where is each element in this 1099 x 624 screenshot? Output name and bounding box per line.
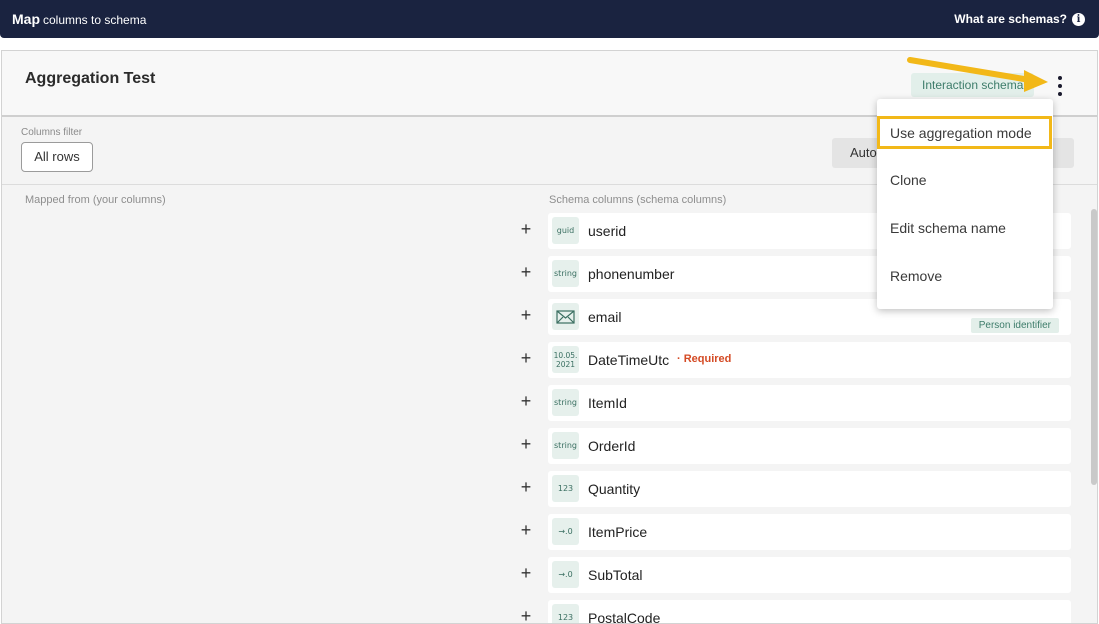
kebab-vertical-icon[interactable] xyxy=(1053,74,1067,98)
column-type-icon: 123 xyxy=(552,604,579,623)
schema-row: + →.0 SubTotal xyxy=(517,557,1072,593)
schema-row: + string OrderId xyxy=(517,428,1072,464)
right-column-header: Schema columns (schema columns) xyxy=(549,194,727,206)
email-icon xyxy=(552,303,579,330)
menu-item-clone[interactable]: Clone xyxy=(877,160,1053,200)
column-name: phonenumber xyxy=(588,266,675,282)
column-name: ItemPrice xyxy=(588,524,648,540)
column-type-icon: 123 xyxy=(552,475,579,502)
scrollbar[interactable] xyxy=(1091,209,1097,485)
column-type-icon: string xyxy=(552,432,579,459)
info-icon: i xyxy=(1072,12,1085,26)
schema-title: Aggregation Test xyxy=(25,70,156,87)
schema-column-card[interactable]: →.0 SubTotal xyxy=(548,557,1071,593)
column-name: ItemId xyxy=(588,395,627,411)
help-link-label: What are schemas? xyxy=(954,12,1067,26)
page-title: Map columns to schema xyxy=(12,11,146,27)
add-mapping-icon[interactable]: + xyxy=(517,306,535,324)
page-title-rest: columns to schema xyxy=(43,13,147,27)
schema-column-card[interactable]: →.0 ItemPrice xyxy=(548,514,1071,550)
add-mapping-icon[interactable]: + xyxy=(517,607,535,623)
column-name: PostalCode xyxy=(588,610,661,624)
schema-column-card[interactable]: 123 Quantity xyxy=(548,471,1071,507)
schema-column-card[interactable]: 123 PostalCode xyxy=(548,600,1071,624)
schema-row: +123 Quantity xyxy=(517,471,1072,507)
schema-type-badge: Interaction schema xyxy=(911,73,1035,97)
help-link[interactable]: What are schemas? i xyxy=(954,12,1085,26)
column-type-icon: guid xyxy=(552,217,579,244)
column-name: OrderId xyxy=(588,438,636,454)
page-title-bold: Map xyxy=(12,11,40,27)
add-mapping-icon[interactable]: + xyxy=(517,478,535,496)
column-name: userid xyxy=(588,223,627,239)
add-mapping-icon[interactable]: + xyxy=(517,392,535,410)
identifier-badge: Person identifier xyxy=(970,318,1059,333)
column-type-icon: 10.05. 2021 xyxy=(552,346,579,373)
schema-row: + →.0 ItemPrice xyxy=(517,514,1072,550)
context-menu: Use aggregation mode Clone Edit schema n… xyxy=(877,99,1053,309)
add-mapping-icon[interactable]: + xyxy=(517,435,535,453)
menu-item-use-aggregation-mode[interactable]: Use aggregation mode xyxy=(877,116,1052,149)
column-type-icon: →.0 xyxy=(552,518,579,545)
columns-filter-button[interactable]: All rows xyxy=(21,142,93,172)
column-name: DateTimeUtc xyxy=(588,352,670,368)
schema-column-card[interactable]: 10.05. 2021 DateTimeUtc · Required xyxy=(548,342,1071,378)
menu-item-edit-schema-name[interactable]: Edit schema name xyxy=(877,208,1053,248)
column-name: email xyxy=(588,309,622,325)
menu-item-remove[interactable]: Remove xyxy=(877,256,1053,296)
schema-row: + string ItemId xyxy=(517,385,1072,421)
column-name: SubTotal xyxy=(588,567,643,583)
add-mapping-icon[interactable]: + xyxy=(517,263,535,281)
columns-filter-label: Columns filter xyxy=(21,127,83,138)
top-bar: Map columns to schema What are schemas? i xyxy=(0,0,1099,38)
add-mapping-icon[interactable]: + xyxy=(517,521,535,539)
schema-row: +10.05. 2021 DateTimeUtc · Required xyxy=(517,342,1072,378)
column-name: Quantity xyxy=(588,481,641,497)
required-label: · Required xyxy=(677,353,732,365)
column-type-icon: string xyxy=(552,260,579,287)
column-type-icon: →.0 xyxy=(552,561,579,588)
left-column-header: Mapped from (your columns) xyxy=(25,194,166,206)
schema-column-card[interactable]: string ItemId xyxy=(548,385,1071,421)
add-mapping-icon[interactable]: + xyxy=(517,564,535,582)
schema-row: +123 PostalCode xyxy=(517,600,1072,624)
schema-column-card[interactable]: string OrderId xyxy=(548,428,1071,464)
column-type-icon: string xyxy=(552,389,579,416)
add-mapping-icon[interactable]: + xyxy=(517,220,535,238)
add-mapping-icon[interactable]: + xyxy=(517,349,535,367)
